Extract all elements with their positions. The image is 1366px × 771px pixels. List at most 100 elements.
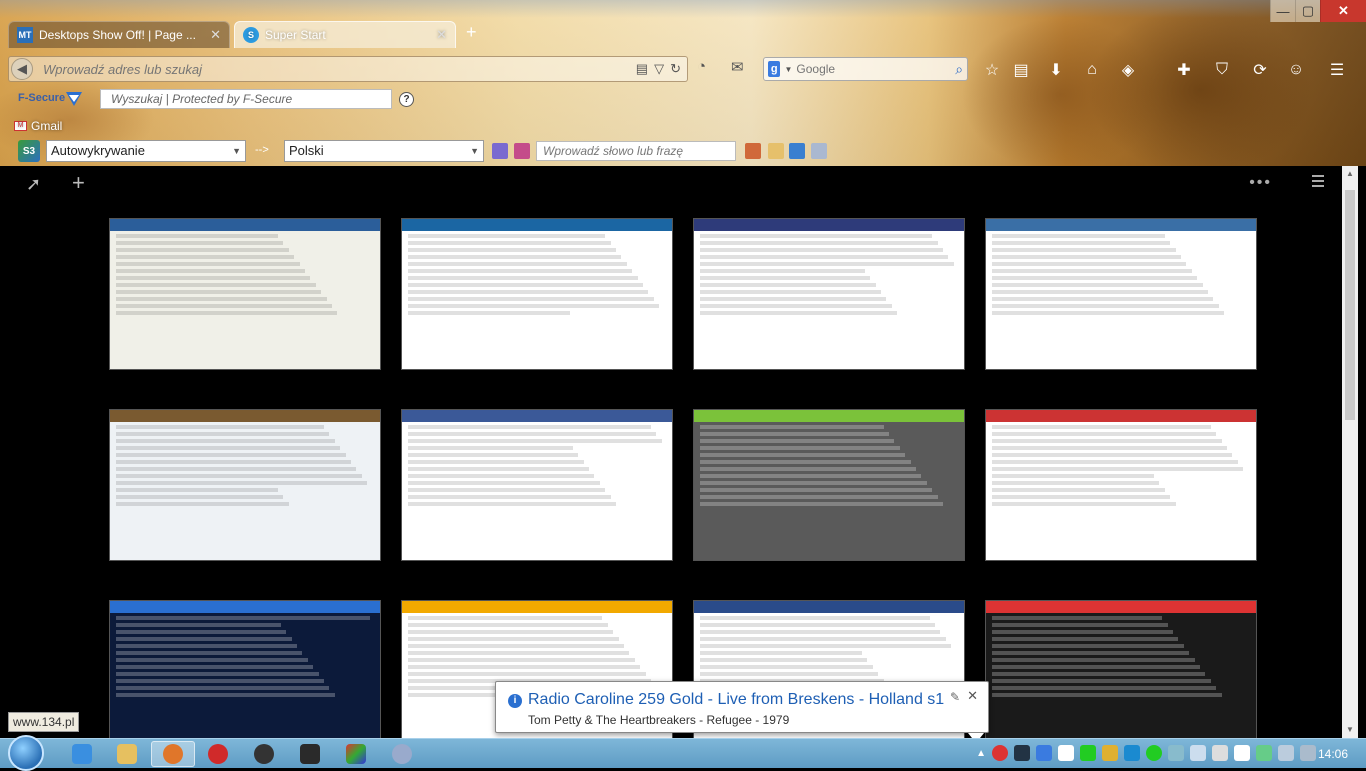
lock-icon[interactable] [1036,745,1052,761]
display-icon[interactable] [1014,745,1030,761]
network-icon[interactable] [1102,745,1118,761]
volume-icon[interactable] [1190,745,1206,761]
start-button[interactable] [8,735,44,771]
speed-dial-tile-cda[interactable] [985,600,1257,752]
scrollbar[interactable]: ▲ ▼ [1342,166,1358,738]
menu-list-icon[interactable] [1312,175,1324,187]
search-input[interactable] [796,62,952,76]
phrase-input[interactable]: Wprowadź słowo lub frazę [536,141,736,161]
tab-super-start[interactable]: S Super Start ✕ [234,21,456,48]
google-icon[interactable]: g [768,61,781,77]
chevron-down-icon: ▼ [232,146,241,156]
source-language-select[interactable]: Autowykrywanie ▼ [46,140,246,162]
gear-icon [392,744,412,764]
system-tray: ▲ [976,745,1316,761]
speed-dial-tile-adult[interactable] [693,409,965,561]
taskbar-opera[interactable] [196,741,240,767]
taskbar-explorer[interactable] [105,741,149,767]
taskbar-firefox[interactable] [151,741,195,767]
speed-dial-tile-facebook[interactable] [401,409,673,561]
flag-icon[interactable] [1234,745,1250,761]
tab-title: Desktops Show Off! | Page ... [39,28,196,42]
radio-notification[interactable]: i Radio Caroline 259 Gold - Live from Br… [495,681,989,743]
mt-favicon-icon: MT [17,27,33,43]
target-language-select[interactable]: Polski ▼ [284,140,484,162]
taskbar-tool[interactable] [334,741,378,767]
more-options-icon[interactable]: ••• [1249,174,1272,192]
close-tab-icon[interactable]: ✕ [210,27,221,43]
addon-icon[interactable]: ✚ [1174,60,1194,80]
home-icon[interactable]: ⌂ [1082,60,1102,80]
tray-app-icon[interactable] [1168,745,1184,761]
antivirus-icon[interactable] [992,745,1008,761]
tab-desktops-show-off[interactable]: MT Desktops Show Off! | Page ... ✕ [8,21,230,48]
add-site-button[interactable]: + [72,170,85,196]
bookmark-star-icon[interactable]: ☆ [982,60,1002,80]
battery-icon[interactable] [1256,745,1272,761]
swap-language-icon[interactable] [492,143,508,159]
s3-translator-logo-icon[interactable]: S3 [18,140,40,162]
search-bar[interactable]: g ▼ ⌕ [763,57,968,81]
mail-icon[interactable]: ✉ [731,58,744,76]
back-arrow-icon[interactable]: ◀ [11,58,33,80]
reader-view-icon[interactable]: ▤ [636,61,648,77]
gmail-bookmark[interactable]: M Gmail [14,119,62,133]
bookmarks-list-icon[interactable]: ▤ [1011,60,1031,80]
s3-translator-icon[interactable]: ◈ [1118,60,1138,80]
taskbar-resmon[interactable] [288,741,332,767]
shield-tray-icon[interactable] [1124,745,1140,761]
browser-chrome: MT Desktops Show Off! | Page ... ✕ S Sup… [0,0,1366,166]
speed-dial-tile-wilders[interactable] [109,218,381,370]
speed-dial-tile-raymond[interactable] [401,218,673,370]
speed-dial-tile-photo-blog[interactable] [985,409,1257,561]
show-hidden-icons[interactable]: ▲ [976,748,986,759]
speed-dial-tile-programy[interactable] [693,218,965,370]
speed-dial-tile-twitter[interactable] [109,409,381,561]
notes-icon[interactable] [768,143,784,159]
taskbar-settings[interactable] [380,741,424,767]
tab-bar: MT Desktops Show Off! | Page ... ✕ S Sup… [8,20,477,48]
search-icon[interactable]: ⌕ [951,58,967,80]
settings-gear-icon[interactable] [811,143,827,159]
speed-dial-tile-tipradar[interactable] [985,218,1257,370]
taskbar-ie[interactable] [60,741,104,767]
app-tray-icon[interactable] [1058,745,1074,761]
scrollbar-thumb[interactable] [1345,190,1355,420]
url-input[interactable] [43,61,636,77]
menu-icon[interactable]: ☰ [1327,60,1347,80]
f-secure-search-input[interactable]: Wyszukaj | Protected by F-Secure [100,89,392,109]
downloads-icon[interactable]: ⬇ [1046,60,1066,80]
minimize-button[interactable]: — [1270,0,1295,22]
scroll-up-icon[interactable]: ▲ [1342,166,1358,182]
sync-icon[interactable]: ⟳ [1250,60,1270,80]
dropdown-history-icon[interactable]: ▽ [654,61,664,77]
extension-icon[interactable]: ◔ [697,58,706,75]
keyboard-icon[interactable] [1212,745,1228,761]
pin-cursor-icon[interactable]: ➚ [26,174,41,195]
engine-dropdown-icon[interactable]: ▼ [784,65,792,74]
status-icon[interactable] [1080,745,1096,761]
shield-icon[interactable]: ⛉ [1212,60,1232,80]
help-icon[interactable]: ? [399,92,414,107]
dictionary-icon[interactable] [745,143,761,159]
taskbar-app[interactable] [242,741,286,767]
wifi-icon[interactable] [1278,745,1294,761]
profile-icon[interactable]: ☺ [1286,60,1306,80]
scroll-down-icon[interactable]: ▼ [1342,722,1358,738]
new-tab-button[interactable]: + [466,22,477,43]
pin-icon[interactable]: ✎ [950,690,960,704]
gmail-label: Gmail [31,119,63,133]
speed-dial-tile-poczta[interactable] [109,600,381,752]
close-icon[interactable]: ✕ [967,688,978,704]
url-bar[interactable]: ◀ ▤ ▽ ↻ [8,56,688,82]
web-translate-icon[interactable] [789,143,805,159]
taskbar: ▲ 14:06 [0,735,1366,771]
skype-icon[interactable] [1146,745,1162,761]
speaker-icon[interactable] [1300,745,1316,761]
tool-icon [346,744,366,764]
close-window-button[interactable]: ✕ [1320,0,1366,22]
reload-icon[interactable]: ↻ [670,61,681,77]
translate-page-icon[interactable] [514,143,530,159]
maximize-button[interactable]: ▢ [1295,0,1320,22]
close-tab-icon[interactable]: ✕ [436,27,447,43]
